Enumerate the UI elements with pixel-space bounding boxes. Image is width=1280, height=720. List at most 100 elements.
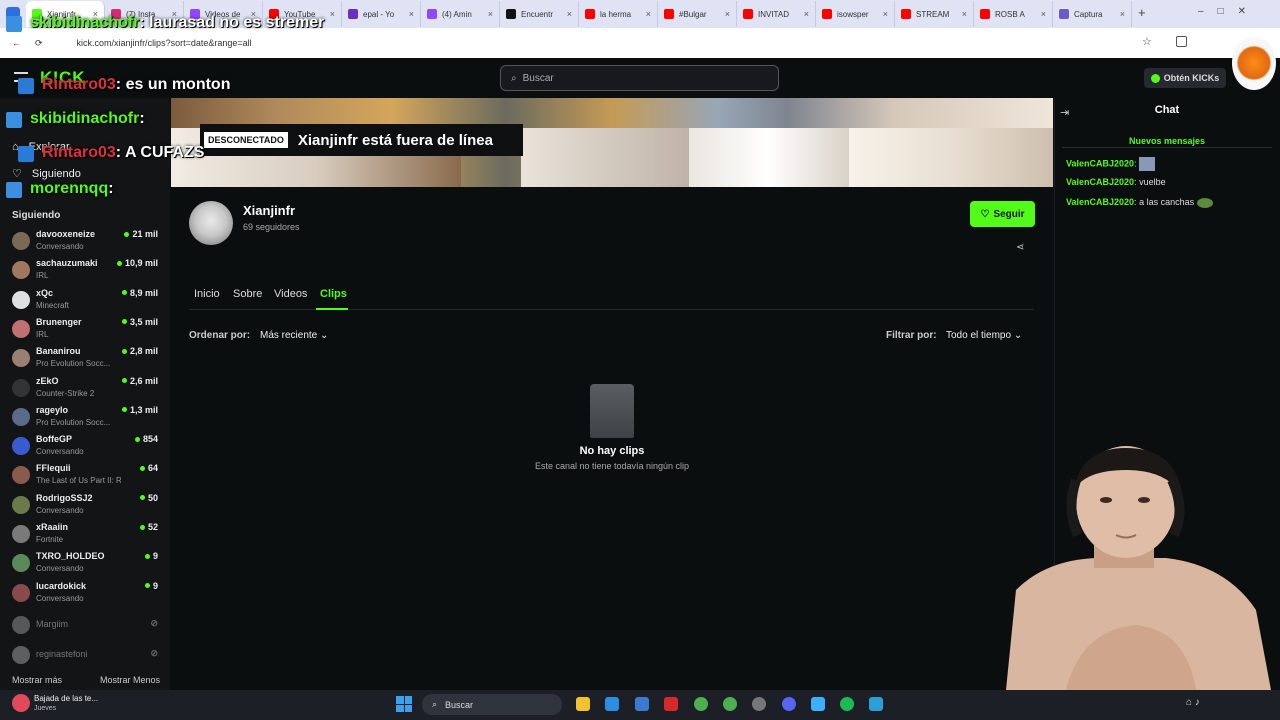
streamer-name: Bananirou: [36, 346, 81, 357]
browser-tab[interactable]: STREAM ×: [895, 1, 974, 27]
back-icon[interactable]: ←: [12, 38, 21, 48]
overlay-badge-icon: [18, 78, 34, 94]
spotify-icon[interactable]: [840, 697, 854, 711]
chrome-icon[interactable]: [694, 697, 708, 711]
chat-username[interactable]: ValenCABJ2020: [1066, 177, 1134, 187]
tab-favicon-icon: [901, 9, 911, 19]
nav-following-label: Siguiendo: [31, 167, 81, 180]
browser-tab[interactable]: Encuentr ×: [500, 1, 579, 27]
streamer-name: Margiim: [36, 619, 69, 629]
browser-tab[interactable]: la herma ×: [579, 1, 658, 27]
sidebar-streamer-offline[interactable]: reginastefoni ⊘: [12, 643, 164, 669]
viewer-count: 3,5 mil: [121, 317, 158, 327]
show-less-link[interactable]: Mostrar Menos: [100, 675, 160, 685]
sidebar-streamer[interactable]: lucardokick Conversando 9: [12, 581, 164, 607]
overlay-chat-line: skibidinachofr: laurasad no es stremer: [30, 14, 324, 32]
tab-favicon-icon: [743, 9, 753, 19]
new-tab-button[interactable]: +: [1138, 5, 1146, 20]
sidebar-streamer[interactable]: RodrigoSSJ2 Conversando 50: [12, 493, 164, 519]
streamer-avatar: [12, 583, 30, 602]
browser-tab[interactable]: epal - Yo ×: [342, 1, 421, 27]
show-more-link[interactable]: Mostrar más: [12, 675, 62, 685]
sidebar-streamer[interactable]: davooxeneize Conversando 21 mil: [12, 229, 164, 255]
system-tray-icons[interactable]: ⌂ ♪: [1186, 697, 1200, 708]
streamer-category: Conversando: [36, 564, 84, 574]
tab-videos[interactable]: Videos: [274, 288, 307, 300]
notepad-icon[interactable]: [869, 697, 883, 711]
streamer-avatar: [12, 554, 30, 573]
browser-tab[interactable]: #Bulgar ×: [658, 1, 737, 27]
close-tab-icon[interactable]: ×: [883, 9, 888, 19]
close-tab-icon[interactable]: ×: [409, 9, 414, 19]
sidebar-streamer[interactable]: zEkO Counter-Strike 2 2,6 mil: [12, 376, 164, 402]
chat-username[interactable]: ValenCABJ2020: [1066, 158, 1134, 168]
taskbar-search[interactable]: ⌕ Buscar: [422, 694, 562, 715]
window-controls[interactable]: –□✕: [1198, 6, 1260, 17]
get-kicks-button[interactable]: Obtén KICKs: [1144, 68, 1226, 88]
viewer-count-value: 21 mil: [132, 229, 158, 239]
sidebar-streamer[interactable]: Brunenger IRL 3,5 mil: [12, 317, 164, 343]
weather-title[interactable]: Bajada de las te...: [34, 694, 98, 703]
bookmark-star-icon[interactable]: ☆: [1142, 35, 1152, 48]
overlay-chat-line: morennqq:: [30, 180, 114, 198]
close-tab-icon[interactable]: ×: [804, 9, 809, 19]
app-icon[interactable]: [811, 697, 825, 711]
store-icon[interactable]: [635, 697, 649, 711]
browser-tab[interactable]: INVITAD ×: [737, 1, 816, 27]
close-tab-icon[interactable]: ×: [725, 9, 730, 19]
tab-inicio[interactable]: Inicio: [194, 288, 220, 300]
filter-dropdown[interactable]: Todo el tiempo ⌄: [946, 330, 1022, 341]
viewer-count: 10,9 mil: [116, 258, 158, 268]
search-input[interactable]: ⌕ Buscar: [500, 65, 779, 91]
streamer-name: zEkO: [36, 375, 59, 386]
sidebar-streamer[interactable]: rageylo Pro Evolution Socc... 1,3 mil: [12, 405, 164, 431]
sort-dropdown[interactable]: Más reciente ⌄: [260, 330, 328, 341]
close-tab-icon[interactable]: ×: [488, 9, 493, 19]
browser-tab[interactable]: isowsper ×: [816, 1, 895, 27]
viewer-count: 9: [144, 581, 158, 591]
user-avatar[interactable]: [1232, 36, 1276, 90]
obs-icon[interactable]: [752, 697, 766, 711]
close-tab-icon[interactable]: ×: [567, 9, 572, 19]
sidebar-streamer[interactable]: Bananirou Pro Evolution Socc... 2,8 mil: [12, 346, 164, 372]
url-field[interactable]: kick.com/xianjinfr/clips?sort=date&range…: [77, 38, 252, 48]
extensions-icon[interactable]: [1176, 36, 1187, 47]
close-tab-icon[interactable]: ×: [646, 9, 651, 19]
streamer-category: The Last of Us Part II: R...: [36, 476, 121, 486]
channel-avatar[interactable]: [189, 201, 233, 245]
office-icon[interactable]: [664, 697, 678, 711]
tab-sobre[interactable]: Sobre: [233, 288, 262, 300]
streamer-name: TXRO_HOLDEO: [36, 551, 105, 562]
reload-icon[interactable]: ⟳: [35, 38, 43, 49]
chat-username[interactable]: ValenCABJ2020: [1066, 197, 1134, 207]
sidebar-streamer[interactable]: sachauzumaki IRL 10,9 mil: [12, 258, 164, 284]
browser-tab[interactable]: Captura ×: [1053, 1, 1132, 27]
overlay-chat-line: skibidinachofr:: [30, 110, 145, 128]
tab-clips[interactable]: Clips: [320, 288, 347, 300]
streamer-name: lucardokick: [36, 580, 87, 591]
close-tab-icon[interactable]: ×: [1120, 9, 1125, 19]
streamer-name: RodrigoSSJ2: [36, 492, 93, 503]
sidebar-streamer[interactable]: TXRO_HOLDEO Conversando 9: [12, 551, 164, 577]
close-tab-icon[interactable]: ×: [962, 9, 967, 19]
close-tab-icon[interactable]: ×: [1041, 9, 1046, 19]
close-tab-icon[interactable]: ×: [330, 9, 335, 19]
share-icon[interactable]: ⋖: [1016, 242, 1024, 253]
sidebar-streamer-offline[interactable]: Margiim ⊘: [12, 613, 164, 639]
sidebar-streamer[interactable]: xRaaiin Fortnite 52: [12, 522, 164, 548]
discord-icon[interactable]: [782, 697, 796, 711]
overlay-badge-icon: [6, 182, 22, 198]
nav-following[interactable]: ♡ Siguiendo: [12, 167, 81, 181]
chrome-icon[interactable]: [723, 697, 737, 711]
overlay-separator: :: [115, 144, 122, 161]
sidebar-streamer[interactable]: xQc Minecraft 8,9 mil: [12, 288, 164, 314]
streamer-category: Fortnite: [36, 535, 64, 544]
streamer-name: xRaaiin: [36, 522, 69, 532]
browser-tab[interactable]: (4) Amin ×: [421, 1, 500, 27]
start-icon[interactable]: [396, 696, 412, 712]
browser-tab[interactable]: ROSB A ×: [974, 1, 1053, 27]
follow-button[interactable]: ♡ Seguir: [970, 201, 1035, 227]
chevron-down-icon: ⌄: [1013, 330, 1023, 341]
file-explorer-icon[interactable]: [576, 697, 590, 711]
app-icon[interactable]: [605, 697, 619, 711]
